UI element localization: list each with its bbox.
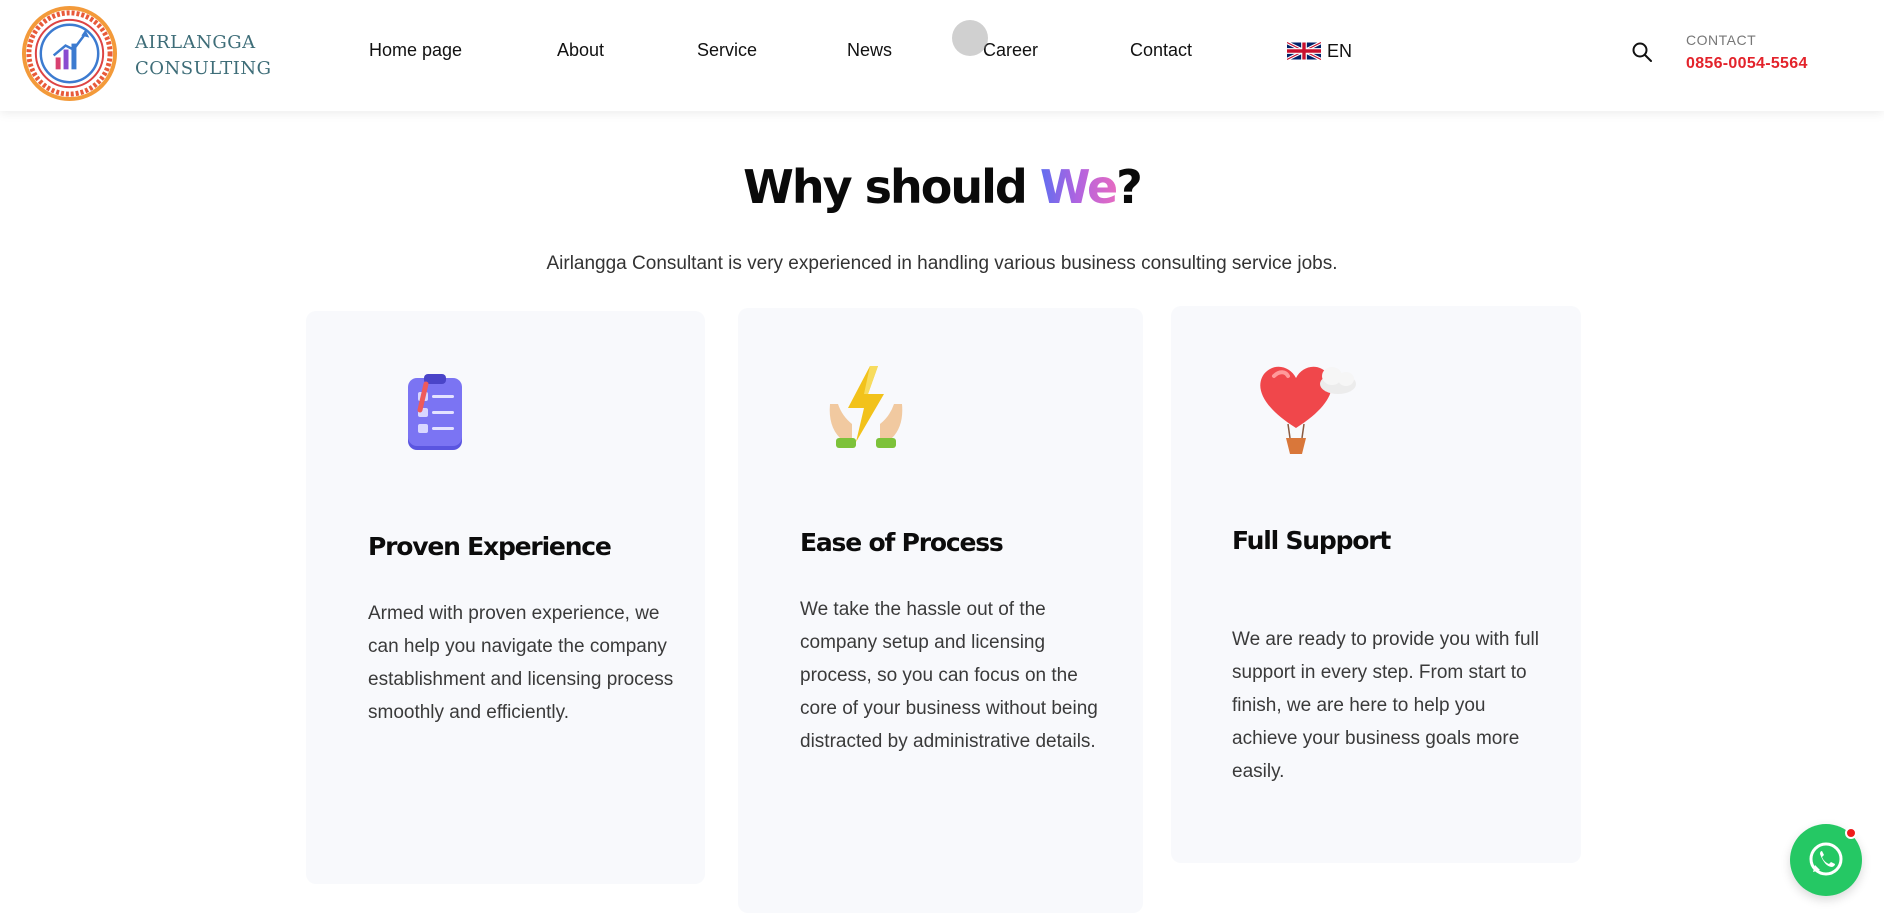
notification-dot: [1845, 827, 1857, 839]
nav-career[interactable]: Career: [983, 40, 1038, 61]
card-title: Ease of Process: [800, 528, 1004, 557]
nav-contact[interactable]: Contact: [1130, 40, 1192, 61]
heart-balloon-icon: [1260, 366, 1356, 454]
brand-name[interactable]: AIRLANGGA CONSULTING: [135, 30, 272, 82]
heading-accent: We: [1039, 160, 1118, 214]
brand-line-1: AIRLANGGA: [135, 32, 256, 53]
card-text: We take the hassle out of the company se…: [800, 599, 1098, 752]
card-title: Proven Experience: [368, 532, 612, 561]
section-heading: Why should We?: [0, 160, 1884, 214]
contact-label: CONTACT: [1686, 32, 1757, 48]
uk-flag-icon: [1287, 40, 1321, 62]
lightning-hands-icon: [829, 366, 903, 448]
site-header: AIRLANGGA CONSULTING Home page About Ser…: [0, 0, 1884, 111]
card-text: We are ready to provide you with full su…: [1232, 629, 1539, 782]
brand-line-2: CONSULTING: [135, 58, 272, 79]
heading-part-2: ?: [1116, 160, 1143, 214]
nav-news[interactable]: News: [847, 40, 892, 61]
nav-about[interactable]: About: [557, 40, 604, 61]
nav-home[interactable]: Home page: [369, 40, 462, 61]
heading-part-1: Why should: [743, 160, 1040, 214]
mouse-cursor: [952, 20, 988, 56]
search-icon[interactable]: [1630, 40, 1654, 64]
card-title: Full Support: [1232, 526, 1391, 555]
clipboard-icon: [408, 374, 462, 450]
language-selector[interactable]: EN: [1287, 38, 1352, 64]
contact-phone[interactable]: 0856-0054-5564: [1686, 55, 1808, 73]
card-text: Armed with proven experience, we can hel…: [368, 603, 674, 723]
language-label: EN: [1327, 40, 1353, 61]
airlangga-logo[interactable]: [20, 4, 119, 103]
nav-service[interactable]: Service: [697, 40, 757, 61]
section-subtitle: Airlangga Consultant is very experienced…: [546, 253, 1338, 274]
